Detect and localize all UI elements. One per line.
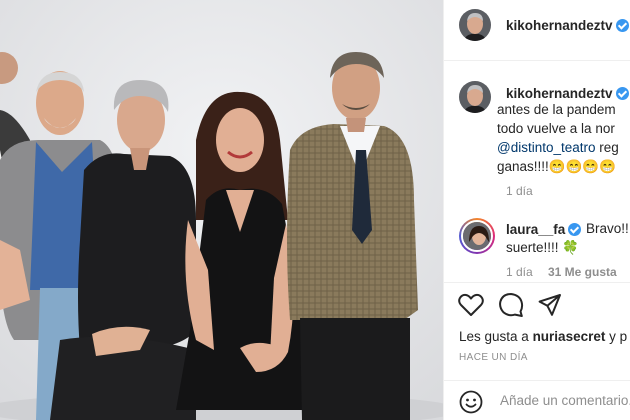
comment-line-1: Bravo!!: [586, 221, 629, 236]
comment-time[interactable]: 1 día: [506, 265, 533, 279]
verified-badge-icon: [615, 87, 629, 100]
comment-author-text[interactable]: laura__fa: [506, 222, 565, 237]
post-side-panel: kikohernandeztv kikohernandeztv antes de…: [443, 0, 630, 420]
add-comment-input[interactable]: [500, 393, 630, 408]
add-comment-bar: [444, 380, 630, 420]
verified-badge-icon: [568, 223, 582, 236]
mention-link[interactable]: @distinto_teatro: [497, 140, 596, 155]
header-divider: [444, 60, 630, 61]
caption-author-text[interactable]: kikohernandeztv: [506, 86, 613, 101]
comment-line-2: suerte!!!! 🍀: [506, 240, 580, 255]
group-portrait-image: [0, 0, 443, 420]
comment-author[interactable]: laura__fa: [506, 222, 582, 237]
comment-icon[interactable]: [498, 292, 524, 323]
caption-line-4: ganas!!!!😁😁😁😁: [497, 159, 617, 174]
caption-line-1: antes de la pandem: [497, 102, 616, 117]
heart-icon[interactable]: [458, 293, 484, 322]
caption-avatar[interactable]: [459, 81, 491, 113]
caption-line-3-rest: reg: [595, 140, 619, 155]
caption-line-2: todo vuelve a la nor: [497, 121, 615, 136]
likes-summary[interactable]: Les gusta a nuriasecret y p: [459, 329, 627, 344]
likes-suffix: y p: [605, 329, 628, 344]
caption-line-3: @distinto_teatro reg: [497, 138, 619, 157]
author-username-text[interactable]: kikohernandeztv: [506, 18, 613, 33]
posted-ago[interactable]: HACE UN DÍA: [459, 352, 528, 363]
author-username[interactable]: kikohernandeztv: [506, 18, 629, 33]
comment-likes[interactable]: 31 Me gusta: [548, 265, 617, 279]
author-avatar[interactable]: [459, 9, 491, 41]
actions-divider: [444, 282, 630, 283]
avatar-photo: [461, 220, 493, 252]
caption-author[interactable]: kikohernandeztv: [506, 86, 629, 101]
avatar-photo: [459, 9, 491, 41]
verified-badge-icon: [615, 19, 629, 32]
likes-user[interactable]: nuriasecret: [533, 329, 606, 344]
caption-time[interactable]: 1 día: [506, 184, 533, 198]
heart-icon-glyph: [458, 293, 484, 316]
post-photo[interactable]: [0, 0, 443, 420]
likes-prefix: Les gusta a: [459, 329, 533, 344]
commenter-avatar[interactable]: [459, 218, 495, 254]
post-header: kikohernandeztv: [444, 0, 630, 50]
avatar-photo: [459, 81, 491, 113]
emoji-icon[interactable]: [459, 390, 483, 419]
comment-icon-glyph: [499, 293, 524, 317]
emoji-icon-glyph: [459, 390, 483, 414]
paper-plane-icon-glyph: [538, 294, 561, 316]
paper-plane-icon[interactable]: [538, 293, 562, 322]
